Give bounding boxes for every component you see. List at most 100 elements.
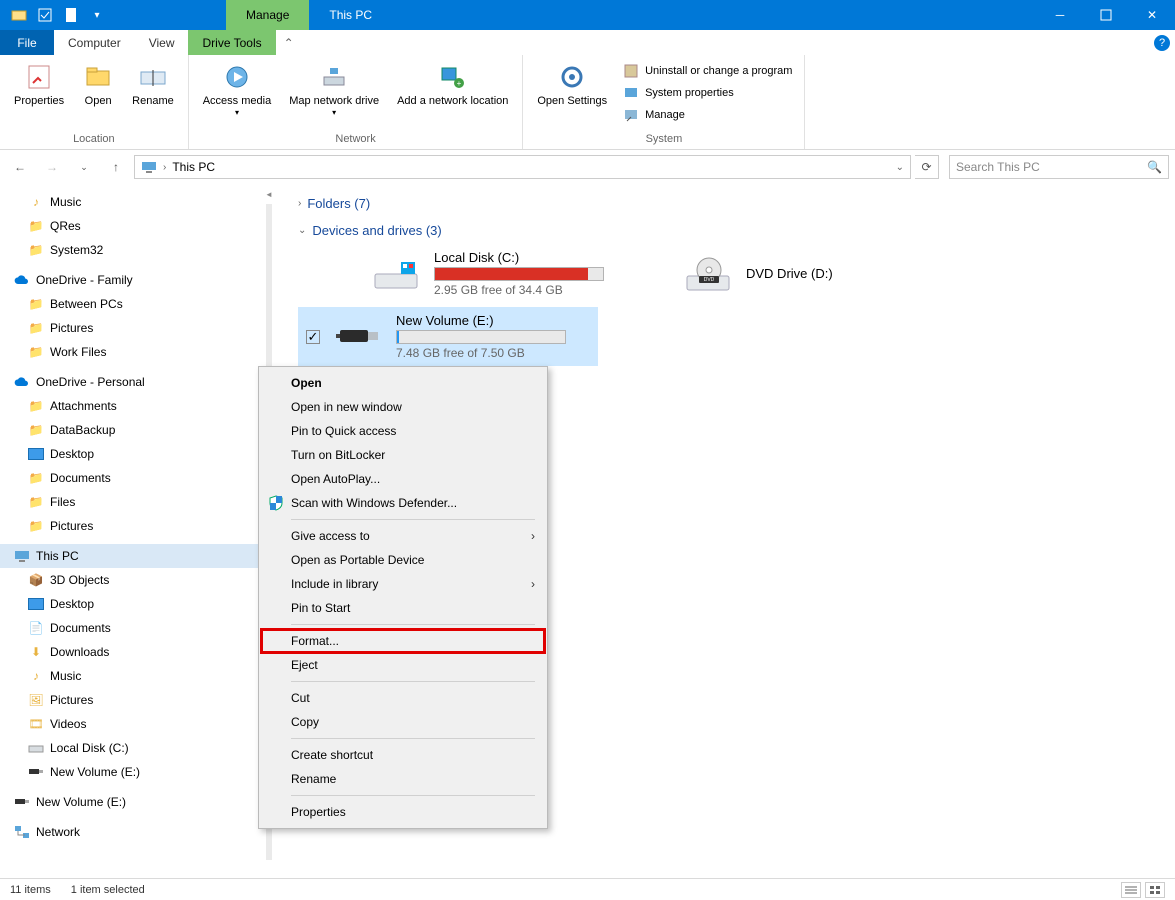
- cm-copy[interactable]: Copy: [261, 710, 545, 734]
- tree-item[interactable]: 📁DataBackup: [0, 418, 260, 442]
- cm-autoplay[interactable]: Open AutoPlay...: [261, 467, 545, 491]
- back-button[interactable]: ←: [6, 154, 34, 180]
- rename-button[interactable]: Rename: [126, 59, 180, 110]
- folder-icon: 📁: [28, 422, 44, 438]
- close-button[interactable]: ✕: [1129, 0, 1175, 30]
- drive-new-volume-e[interactable]: ✓ New Volume (E:) 7.48 GB free of 7.50 G…: [298, 307, 598, 366]
- address-bar-row: ← → ⌄ ↑ › This PC ⌄ ⟳ Search This PC 🔍: [0, 150, 1175, 184]
- dvd-icon: DVD: [684, 254, 732, 294]
- tab-file[interactable]: File: [0, 30, 54, 55]
- separator: [291, 795, 535, 796]
- tree-item-new-volume[interactable]: New Volume (E:): [0, 760, 260, 784]
- tree-item[interactable]: 📦3D Objects: [0, 568, 260, 592]
- forward-button[interactable]: →: [38, 154, 66, 180]
- tree-item[interactable]: 📁Pictures: [0, 514, 260, 538]
- cm-bitlocker[interactable]: Turn on BitLocker: [261, 443, 545, 467]
- tree-item[interactable]: Desktop: [0, 442, 260, 466]
- manage-button[interactable]: Manage: [619, 105, 796, 125]
- map-drive-button[interactable]: Map network drive▾: [283, 59, 385, 120]
- tab-computer[interactable]: Computer: [54, 30, 135, 55]
- navigation-pane[interactable]: ♪Music 📁QRes 📁System32 OneDrive - Family…: [0, 184, 260, 880]
- breadcrumb-this-pc[interactable]: This PC: [172, 160, 215, 174]
- system-properties-button[interactable]: System properties: [619, 83, 796, 103]
- manage-context-tab[interactable]: Manage: [226, 0, 309, 30]
- devices-group-header[interactable]: ⌄Devices and drives (3): [298, 217, 1155, 244]
- cm-include-library[interactable]: Include in library›: [261, 572, 545, 596]
- search-box[interactable]: Search This PC 🔍: [949, 155, 1169, 179]
- up-button[interactable]: ↑: [102, 154, 130, 180]
- tree-item-qres[interactable]: 📁QRes: [0, 214, 260, 238]
- tree-item[interactable]: 📁Work Files: [0, 340, 260, 364]
- tree-item[interactable]: ⬇Downloads: [0, 640, 260, 664]
- search-placeholder: Search This PC: [956, 160, 1040, 174]
- ribbon-group-system: Open Settings Uninstall or change a prog…: [523, 55, 805, 149]
- drive-local-disk-c[interactable]: Local Disk (C:) 2.95 GB free of 34.4 GB: [338, 244, 638, 303]
- tree-item-local-disk[interactable]: Local Disk (C:): [0, 736, 260, 760]
- folder-icon[interactable]: [8, 4, 30, 26]
- refresh-button[interactable]: ⟳: [915, 155, 939, 179]
- cm-pin-quick-access[interactable]: Pin to Quick access: [261, 419, 545, 443]
- access-media-button[interactable]: Access media▾: [197, 59, 277, 120]
- cm-format[interactable]: Format...: [261, 629, 545, 653]
- tree-item[interactable]: ♪Music: [0, 664, 260, 688]
- tree-this-pc[interactable]: This PC: [0, 544, 260, 568]
- drive-name: New Volume (E:): [396, 313, 592, 328]
- recent-dropdown[interactable]: ⌄: [70, 154, 98, 180]
- tree-item[interactable]: 📁Pictures: [0, 316, 260, 340]
- add-network-label: Add a network location: [397, 95, 508, 108]
- cm-cut[interactable]: Cut: [261, 686, 545, 710]
- tree-item-system32[interactable]: 📁System32: [0, 238, 260, 262]
- tree-network[interactable]: Network: [0, 820, 260, 844]
- checkbox-icon[interactable]: [34, 4, 56, 26]
- tree-item-music[interactable]: ♪Music: [0, 190, 260, 214]
- cm-portable-device[interactable]: Open as Portable Device: [261, 548, 545, 572]
- open-button[interactable]: Open: [76, 59, 120, 110]
- cm-defender-scan[interactable]: Scan with Windows Defender...: [261, 491, 545, 515]
- open-settings-button[interactable]: Open Settings: [531, 59, 613, 110]
- tree-item[interactable]: 🎞Videos: [0, 712, 260, 736]
- settings-gear-icon: [556, 61, 588, 93]
- help-icon[interactable]: [1149, 30, 1175, 55]
- collapse-ribbon-icon[interactable]: ⌃: [276, 30, 302, 55]
- tree-onedrive-family[interactable]: OneDrive - Family: [0, 268, 260, 292]
- tab-drive-tools[interactable]: Drive Tools: [188, 30, 275, 55]
- ribbon-group-label: Location: [8, 133, 180, 145]
- tree-item[interactable]: Desktop: [0, 592, 260, 616]
- document-icon[interactable]: [60, 4, 82, 26]
- address-dropdown-icon[interactable]: ⌄: [896, 162, 904, 173]
- ribbon-tabs: File Computer View Drive Tools ⌃: [0, 30, 1175, 55]
- cm-properties[interactable]: Properties: [261, 800, 545, 824]
- drive-dvd-d[interactable]: DVD DVD Drive (D:): [678, 244, 938, 303]
- cm-give-access[interactable]: Give access to›: [261, 524, 545, 548]
- tree-item[interactable]: 📁Files: [0, 490, 260, 514]
- tree-onedrive-personal[interactable]: OneDrive - Personal: [0, 370, 260, 394]
- svg-text:DVD: DVD: [704, 277, 715, 283]
- minimize-button[interactable]: ─: [1037, 0, 1083, 30]
- details-view-button[interactable]: [1121, 882, 1141, 898]
- svg-text:+: +: [456, 79, 461, 88]
- maximize-button[interactable]: [1083, 0, 1129, 30]
- uninstall-program-button[interactable]: Uninstall or change a program: [619, 61, 796, 81]
- cm-pin-start[interactable]: Pin to Start: [261, 596, 545, 620]
- cm-create-shortcut[interactable]: Create shortcut: [261, 743, 545, 767]
- add-network-location-button[interactable]: + Add a network location: [391, 59, 514, 110]
- tree-item[interactable]: 📁Attachments: [0, 394, 260, 418]
- large-icons-view-button[interactable]: [1145, 882, 1165, 898]
- properties-button[interactable]: Properties: [8, 59, 70, 110]
- checkbox-checked[interactable]: ✓: [306, 330, 320, 344]
- cm-open[interactable]: Open: [261, 371, 545, 395]
- folder-icon: 📁: [28, 470, 44, 486]
- folders-group-header[interactable]: ›Folders (7): [298, 190, 1155, 217]
- cm-rename[interactable]: Rename: [261, 767, 545, 791]
- tree-item[interactable]: 📄Documents: [0, 616, 260, 640]
- tree-item[interactable]: 🖼Pictures: [0, 688, 260, 712]
- cm-open-new-window[interactable]: Open in new window: [261, 395, 545, 419]
- tree-new-volume[interactable]: New Volume (E:): [0, 790, 260, 814]
- chevron-right-icon[interactable]: ›: [163, 162, 166, 173]
- tree-item[interactable]: 📁Documents: [0, 466, 260, 490]
- cm-eject[interactable]: Eject: [261, 653, 545, 677]
- tree-item[interactable]: 📁Between PCs: [0, 292, 260, 316]
- tab-view[interactable]: View: [135, 30, 189, 55]
- qat-dropdown-icon[interactable]: ▾: [86, 4, 108, 26]
- address-bar[interactable]: › This PC ⌄: [134, 155, 911, 179]
